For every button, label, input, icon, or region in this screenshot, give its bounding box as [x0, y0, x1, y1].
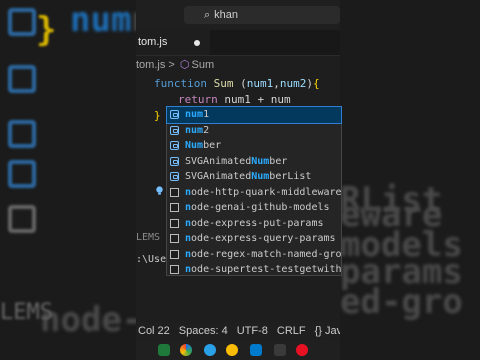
- suggestion-rest: berList: [269, 171, 312, 182]
- breadcrumb-separator: >: [168, 59, 175, 71]
- suggestion-match: Num: [251, 171, 270, 182]
- suggestion-match: num: [185, 109, 204, 120]
- suggestion-item[interactable]: node-supertest-testgetwith: [167, 262, 342, 278]
- status-cursor-position[interactable]: Col 22: [138, 325, 170, 337]
- background-variable-icon: [8, 8, 36, 36]
- keyword-return: return: [178, 93, 218, 106]
- variable-icon: [170, 125, 179, 135]
- background-row: ed-gro: [340, 282, 463, 322]
- status-bar: Col 22 Spaces: 4 UTF-8 CRLF {} JavaS: [136, 322, 340, 340]
- unsaved-dot-icon[interactable]: [194, 40, 200, 46]
- taskbar-app-icon[interactable]: [274, 344, 286, 356]
- function-name: Sum: [213, 77, 234, 90]
- file-icon: [170, 218, 179, 228]
- suggestion-item[interactable]: num2: [167, 123, 341, 139]
- suggestion-rest: ode-regex-match-named-gro: [191, 248, 342, 260]
- paren: (: [233, 77, 247, 90]
- tab-label: tom.js: [138, 36, 168, 48]
- status-indentation[interactable]: Spaces: 4: [179, 325, 228, 337]
- suggestion-match: Num: [251, 155, 270, 167]
- suggestion-item[interactable]: Number: [167, 138, 341, 154]
- paren: ): [306, 77, 313, 90]
- chrome-icon[interactable]: [226, 344, 238, 356]
- suggestion-item[interactable]: SVGAnimatedNumberList: [167, 169, 341, 185]
- suggestion-item[interactable]: node-express-put-params: [167, 216, 341, 232]
- suggestion-prefix: SVGAnimated: [185, 155, 252, 167]
- suggestion-match: num: [185, 124, 204, 136]
- suggestion-rest: ode-genai-github-models: [191, 202, 330, 213]
- background-brace: }: [36, 10, 57, 50]
- vscode-icon[interactable]: [250, 344, 262, 356]
- suggestion-rest: ode-http-quark-middleware: [191, 186, 342, 198]
- suggestion-rest: 2: [203, 124, 210, 136]
- background-variable-icon: [8, 160, 36, 188]
- param: num1: [246, 77, 274, 90]
- symbol-method-icon: ⬡: [179, 59, 190, 71]
- file-icon: [170, 187, 179, 197]
- param: num2: [279, 77, 307, 90]
- status-eol[interactable]: CRLF: [277, 325, 306, 337]
- search-text: khan: [214, 9, 239, 21]
- status-encoding[interactable]: UTF-8: [237, 325, 268, 337]
- title-bar: ⌕ khan: [136, 0, 340, 30]
- variable-icon: [170, 172, 179, 181]
- code-line-3[interactable]: }: [154, 108, 161, 124]
- lightbulb-icon[interactable]: [154, 185, 165, 196]
- taskbar: [136, 340, 340, 360]
- file-icon: [170, 234, 179, 243]
- return-expression: num1 + num: [217, 93, 291, 106]
- breadcrumb[interactable]: tom.js > ⬡ Sum: [136, 57, 214, 73]
- suggestion-rest: ode-express-put-params: [191, 217, 324, 229]
- background-variable-icon: [8, 120, 36, 148]
- tab-bar: tom.js: [136, 30, 340, 56]
- suggestion-rest: ode-supertest-testgetwith: [191, 264, 342, 275]
- suggestion-item[interactable]: node-express-query-params: [167, 231, 341, 247]
- file-icon: [170, 203, 179, 212]
- suggestion-item[interactable]: node-http-quark-middleware: [167, 185, 342, 201]
- suggestion-item[interactable]: node-genai-github-models: [167, 200, 341, 216]
- code-line-1[interactable]: function Sum (num1,num2){: [154, 76, 320, 92]
- background-variable-icon: [8, 65, 36, 93]
- taskbar-app-icon[interactable]: [296, 344, 308, 356]
- suggest-widget[interactable]: num1 num2 Number SVGAnimatedNumber SVGAnimat…: [166, 106, 342, 276]
- browser-icon[interactable]: [180, 344, 192, 356]
- background-problems-label: LEMS: [0, 300, 53, 325]
- file-icon: [170, 265, 179, 274]
- status-language[interactable]: {} JavaS: [315, 325, 340, 337]
- tab-editor-file[interactable]: tom.js: [136, 30, 210, 55]
- variable-icon: [170, 141, 179, 150]
- variable-icon: [170, 156, 179, 166]
- search-icon: ⌕: [204, 9, 211, 21]
- suggestion-item[interactable]: num1: [166, 106, 342, 124]
- file-icon: [170, 249, 179, 259]
- panel-tab-problems[interactable]: LEMS: [136, 232, 160, 243]
- closing-brace: }: [154, 109, 161, 122]
- suggestion-rest: ber: [203, 140, 222, 151]
- suggestion-match: Num: [185, 140, 204, 151]
- suggestion-rest: 1: [203, 109, 210, 120]
- terminal-prompt: :\Use: [136, 254, 167, 265]
- keyword: function: [154, 77, 207, 90]
- taskbar-app-icon[interactable]: [158, 344, 170, 356]
- command-center-search[interactable]: ⌕ khan: [184, 6, 340, 24]
- suggestion-prefix: SVGAnimated: [185, 171, 252, 182]
- breadcrumb-file[interactable]: tom.js: [136, 59, 165, 71]
- background-file-icon: [8, 205, 36, 233]
- suggestion-item[interactable]: node-regex-match-named-gro: [167, 247, 342, 263]
- comma: ,: [273, 77, 280, 90]
- edge-icon[interactable]: [204, 344, 216, 356]
- variable-icon: [170, 110, 179, 119]
- brace: {: [312, 77, 320, 90]
- code-line-2[interactable]: return num1 + num: [136, 92, 291, 195]
- suggestion-rest: ber: [269, 155, 288, 167]
- suggestion-rest: ode-express-query-params: [191, 233, 336, 244]
- breadcrumb-symbol[interactable]: Sum: [192, 59, 215, 71]
- suggestion-item[interactable]: SVGAnimatedNumber: [167, 154, 341, 170]
